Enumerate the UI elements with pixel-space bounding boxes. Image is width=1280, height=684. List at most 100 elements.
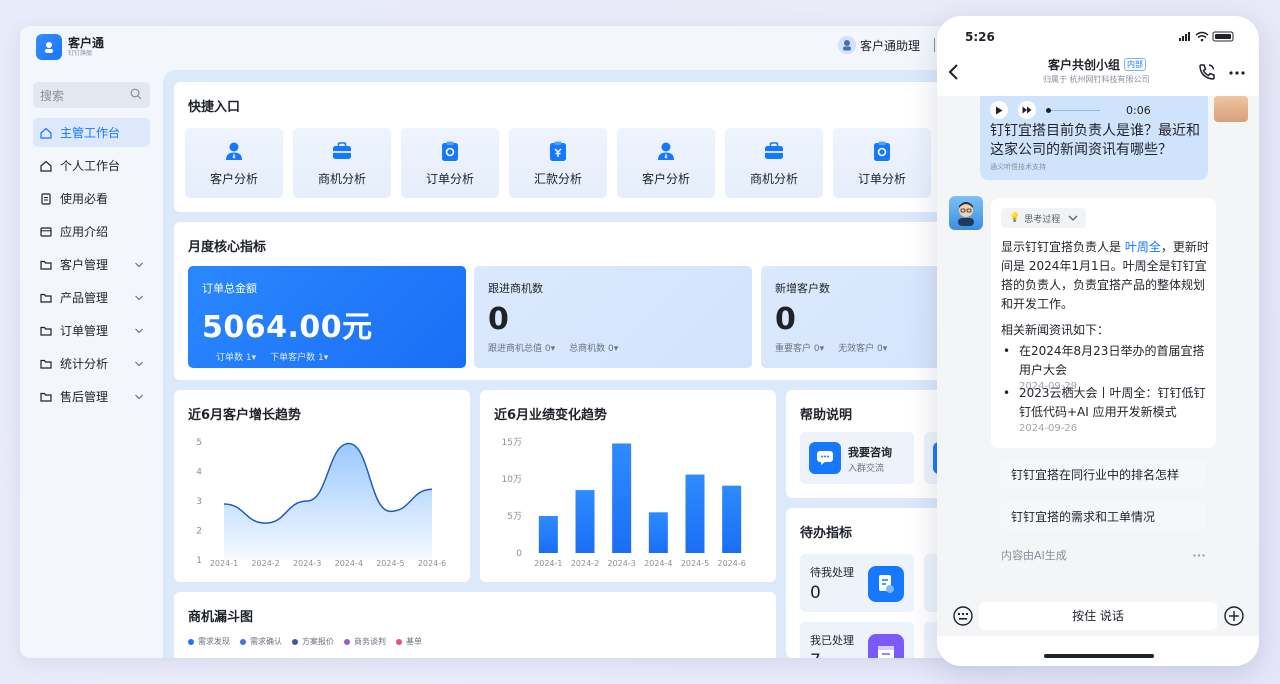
kpi-card[interactable]: 订单总金额 5064.00元 订单数 1▾ 下单客户数 1▾ [188, 266, 466, 368]
voice-progress[interactable] [1046, 107, 1100, 113]
suggestion-chip[interactable]: 钉钉宜搭的需求和工单情况 [1001, 501, 1206, 531]
x-tick-label: 2024-4 [644, 559, 672, 568]
consult-button[interactable]: 我要咨询 入群交流 [800, 432, 914, 484]
play-icon[interactable] [990, 101, 1008, 119]
group-title: 客户共创小组 内部 [1048, 56, 1147, 73]
legend-item[interactable]: 方案报价 [292, 636, 334, 647]
assistant-avatar-icon [838, 36, 856, 54]
assistant-button[interactable]: 客户通助理 [838, 36, 920, 54]
bar[interactable] [685, 474, 705, 553]
sidebar-item[interactable]: 订单管理 [33, 316, 150, 345]
quick-entry-item[interactable]: 订单分析 [833, 128, 931, 198]
news-item[interactable]: • 2023云栖大会丨叶周全：钉钉低钉钉低代码+AI 应用开发新模式 2024-… [1001, 384, 1211, 436]
kpi-sub-metric[interactable]: 跟进商机总值 0▾ [488, 341, 555, 354]
group-org: 归属于 杭州网钉科技有限公司 [1043, 75, 1150, 84]
sidebar-item[interactable]: 客户管理 [33, 250, 150, 279]
todo-done[interactable]: 我已处理 7 [800, 622, 914, 658]
quick-entry-title: 快捷入口 [188, 100, 241, 115]
more-icon[interactable] [1193, 554, 1205, 557]
y-tick-label: 1 [196, 556, 202, 566]
sidebar-item[interactable]: 应用介绍 [33, 217, 150, 246]
todo-title: 待办指标 [800, 526, 853, 541]
document-check-icon [868, 566, 904, 602]
assistant-answer: 显示钉钉宜搭负责人是 叶周全，更新时间是 2024年1月1日。叶周全是钉钉宜搭的… [1001, 238, 1211, 340]
kpi-sub-metric[interactable]: 总商机数 0▾ [569, 341, 618, 354]
hold-to-talk-button[interactable]: 按住 说话 [979, 602, 1217, 630]
app-subtitle: 钉钉旗舰 [68, 50, 93, 57]
chevron-down-icon [135, 328, 143, 334]
kpi-sub-metric[interactable]: 订单数 1▾ [216, 350, 256, 363]
quick-entry-label: 商机分析 [317, 171, 366, 186]
legend-item[interactable]: 需求发现 [188, 636, 230, 647]
search-placeholder: 搜索 [40, 89, 65, 103]
legend-item[interactable]: 需求确认 [240, 636, 282, 647]
sidebar-item[interactable]: 主管工作台 [33, 118, 150, 147]
ai-generated-note: 内容由AI生成 [1001, 549, 1067, 562]
quick-entry-item[interactable]: 汇款分析 [509, 128, 607, 198]
kpi-card[interactable]: 跟进商机数 0 跟进商机总值 0▾ 总商机数 0▾ [474, 266, 752, 368]
news-title: 在2024年8月23日举办的首届宜搭用户大会 [1019, 344, 1205, 377]
todo-done-label: 我已处理 [810, 634, 854, 647]
person-link[interactable]: 叶周全 [1125, 240, 1161, 254]
quick-entry-item[interactable]: 商机分析 [725, 128, 823, 198]
thinking-toggle[interactable]: 💡 思考过程 [1001, 208, 1087, 228]
lightbulb-icon: 💡 [1009, 213, 1021, 223]
assistant-avatar[interactable] [949, 196, 983, 230]
window-icon [40, 226, 52, 237]
bar[interactable] [538, 516, 558, 553]
news-intro: 相关新闻资讯如下： [1001, 323, 1110, 337]
sidebar-item[interactable]: 统计分析 [33, 349, 150, 378]
performance-trend-chart: 0 5万 10万 15万 2024-1 2024-2 2024-3 2024-4 2024-5 2… [502, 438, 746, 568]
sidebar: 搜索 主管工作台个人工作台使用必看应用介绍客户管理产品管理订单管理统计分析售后管… [20, 70, 160, 658]
search-input[interactable]: 搜索 [33, 82, 150, 108]
search-icon [130, 88, 142, 100]
plus-icon[interactable] [1224, 606, 1244, 626]
keyboard-icon[interactable] [953, 606, 973, 626]
quick-entry-item[interactable]: 客户分析 [617, 128, 715, 198]
sidebar-item[interactable]: 产品管理 [33, 283, 150, 312]
todo-pending[interactable]: 待我处理 0 [800, 554, 914, 612]
back-icon[interactable] [947, 62, 961, 82]
bar[interactable] [612, 443, 632, 553]
quick-entry-label: 客户分析 [641, 171, 690, 186]
news-title: 2023云栖大会丨叶周全：钉钉低钉钉低代码+AI 应用开发新模式 [1019, 386, 1206, 419]
user-message-bubble: 0:06 钉钉宜搭目前负责人是谁？最近和这家公司的新闻资讯有哪些？ 通义听悟技术… [980, 96, 1208, 180]
clipboard-icon [442, 141, 458, 161]
x-tick-label: 2024-2 [571, 559, 599, 568]
quick-entry-item[interactable]: 商机分析 [293, 128, 391, 198]
status-bar: 5:26 [937, 16, 1259, 56]
chevron-down-icon [135, 361, 143, 367]
kpi-sub-metric[interactable]: 无效客户 0▾ [838, 341, 887, 354]
quick-entry-item[interactable]: 客户分析 [185, 128, 283, 198]
signal-wifi-battery-icon [1179, 31, 1234, 42]
phone-call-icon[interactable] [1197, 62, 1217, 82]
quick-entry-item[interactable]: 订单分析 [401, 128, 499, 198]
more-icon[interactable] [1229, 71, 1245, 75]
folder-icon [40, 359, 52, 369]
sidebar-item[interactable]: 个人工作台 [33, 151, 150, 180]
chat-icon [809, 442, 841, 474]
kpi-sub-metric[interactable]: 重要客户 0▾ [775, 341, 824, 354]
bar[interactable] [722, 485, 742, 553]
monthly-kpi-card: 月度核心指标 订单总金额 5064.00元 订单数 1▾ 下单客户数 1▾ 跟进商机数 0… [174, 222, 1020, 380]
sidebar-nav: 主管工作台个人工作台使用必看应用介绍客户管理产品管理订单管理统计分析售后管理 [33, 118, 150, 415]
voice-player[interactable]: 0:06 [990, 100, 1170, 120]
suggestion-chip[interactable]: 钉钉宜搭在同行业中的排名怎样 [1001, 459, 1206, 489]
bar[interactable] [648, 512, 668, 553]
sidebar-item[interactable]: 使用必看 [33, 184, 150, 213]
bullet-icon: • [1003, 386, 1011, 400]
app-logo[interactable]: 客户通 钉钉旗舰 [36, 34, 104, 60]
input-bar: 按住 说话 [937, 596, 1259, 636]
sidebar-item-label: 主管工作台 [60, 126, 121, 140]
todo-done-value: 7 [810, 651, 821, 658]
briefcase-icon [333, 141, 351, 159]
legend-item[interactable]: 基单 [396, 636, 422, 647]
user-avatar[interactable] [1214, 96, 1248, 122]
legend-item[interactable]: 商务谈判 [344, 636, 386, 647]
chat-header: 客户共创小组 内部 归属于 杭州网钉科技有限公司 [937, 54, 1259, 98]
sidebar-item[interactable]: 售后管理 [33, 382, 150, 411]
home-icon [40, 160, 52, 172]
fast-forward-icon[interactable] [1018, 101, 1036, 119]
bar[interactable] [575, 490, 595, 553]
kpi-sub-metric[interactable]: 下单客户数 1▾ [270, 350, 328, 363]
